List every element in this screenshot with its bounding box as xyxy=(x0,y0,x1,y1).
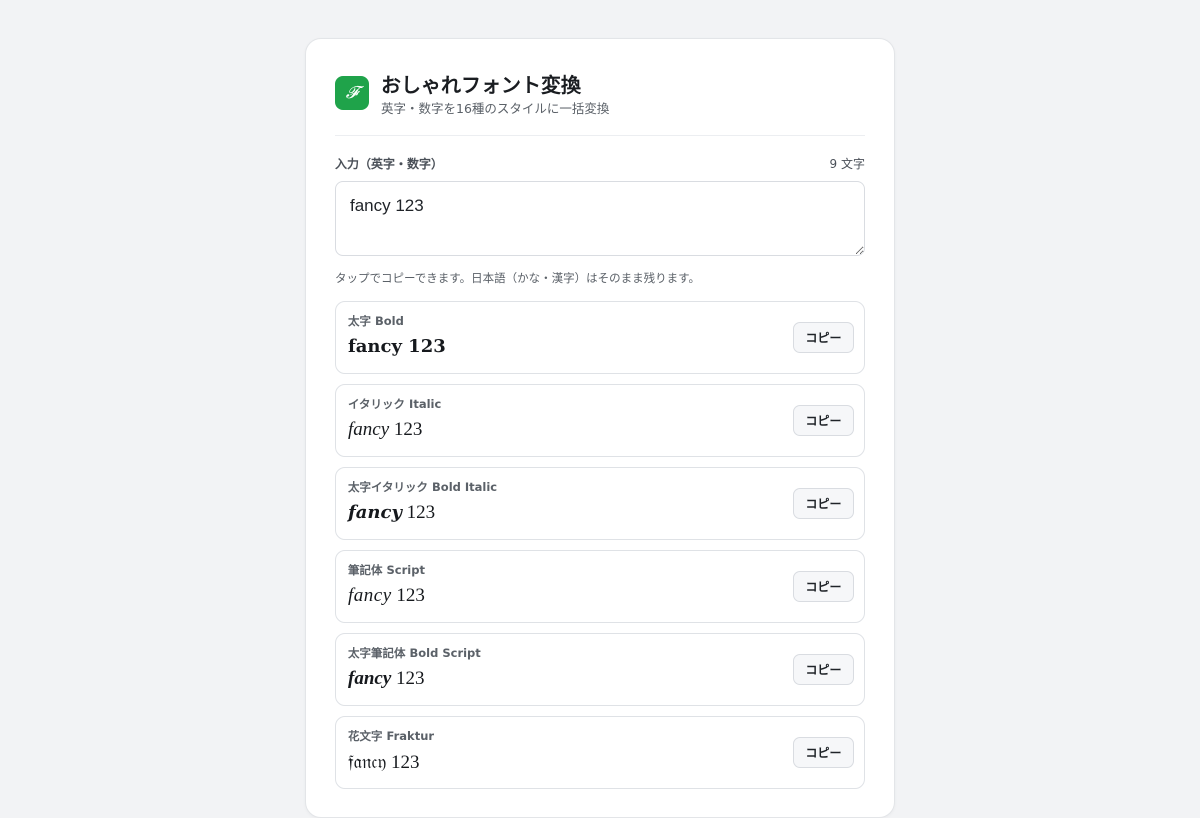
copy-button[interactable]: コピー xyxy=(793,488,854,519)
style-label: 花文字 Fraktur xyxy=(348,729,435,743)
result-card-script[interactable]: 筆記体 Script fancy 123 コピー xyxy=(335,550,865,623)
font-logo-icon: 𝓕 xyxy=(335,76,369,110)
copy-button[interactable]: コピー xyxy=(793,571,854,602)
style-label: 筆記体 Script xyxy=(348,563,425,577)
result-card-bold-italic[interactable]: 太字イタリック Bold Italic fancy 123 コピー xyxy=(335,467,865,540)
style-label: 太字イタリック Bold Italic xyxy=(348,480,498,494)
converted-text: fancy 123 xyxy=(348,336,446,357)
result-card-fraktur[interactable]: 花文字 Fraktur 𝔣𝔞𝔫𝔠𝔶 123 コピー xyxy=(335,716,865,789)
style-label: イタリック Italic xyxy=(348,397,442,411)
converted-text: fancy 123 xyxy=(348,668,425,689)
result-card-bold[interactable]: 太字 Bold fancy 123 コピー xyxy=(335,301,865,374)
title-block: おしゃれフォント変換 英字・数字を16種のスタイルに一括変換 xyxy=(381,73,609,117)
input-label: 入力（英字・数字） xyxy=(335,156,444,171)
converted-letters: fancy xyxy=(348,502,402,523)
converted-text: fancy 123 xyxy=(348,419,423,440)
converted-letters: fancy xyxy=(348,585,392,606)
style-label: 太字筆記体 Bold Script xyxy=(348,646,481,660)
char-count: 9 文字 xyxy=(829,156,865,171)
copy-button[interactable]: コピー xyxy=(793,405,854,436)
converted-letters: 𝔣𝔞𝔫𝔠𝔶 xyxy=(348,751,387,773)
result-card-italic[interactable]: イタリック Italic fancy 123 コピー xyxy=(335,384,865,457)
copy-button[interactable]: コピー xyxy=(793,737,854,768)
hint-text: タップでコピーできます。日本語（かな・漢字）はそのまま残ります。 xyxy=(335,271,701,285)
result-card-bold-script[interactable]: 太字筆記体 Bold Script fancy 123 コピー xyxy=(335,633,865,706)
page-title: おしゃれフォント変換 xyxy=(381,73,581,97)
converted-text: fancy 123 xyxy=(348,502,436,523)
converted-text: fancy 123 xyxy=(348,585,425,606)
app-header: 𝓕 おしゃれフォント変換 英字・数字を16種のスタイルに一括変換 xyxy=(335,39,865,136)
results-list: 太字 Bold fancy 123 コピー イタリック Italic fancy… xyxy=(335,301,865,789)
converted-text: 𝔣𝔞𝔫𝔠𝔶 123 xyxy=(348,751,420,773)
copy-button[interactable]: コピー xyxy=(793,322,854,353)
converter-card: 𝓕 おしゃれフォント変換 英字・数字を16種のスタイルに一括変換 入力（英字・数… xyxy=(305,38,895,818)
converted-letters: fancy xyxy=(348,668,392,689)
input-header: 入力（英字・数字） 9 文字 xyxy=(335,155,865,171)
converted-letters: fancy xyxy=(348,419,390,440)
page-subtitle: 英字・数字を16種のスタイルに一括変換 xyxy=(381,101,610,116)
text-input[interactable]: fancy 123 xyxy=(335,181,865,256)
copy-button[interactable]: コピー xyxy=(793,654,854,685)
style-label: 太字 Bold xyxy=(348,314,404,328)
